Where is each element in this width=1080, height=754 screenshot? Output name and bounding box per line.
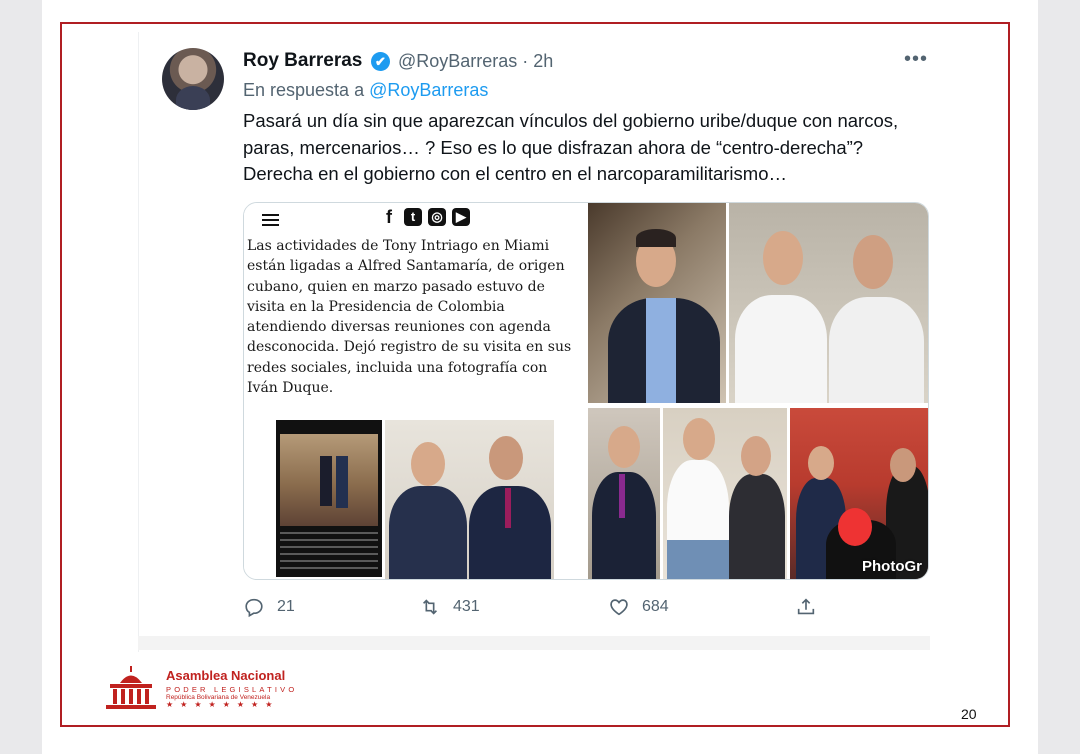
more-options-icon[interactable]: ••• — [904, 48, 928, 71]
photo-2 — [729, 203, 928, 403]
article-screenshot: f t ◎ ▶ Las actividades de Tony Intriago… — [244, 203, 586, 579]
photo-watermark: PhotoGr — [862, 558, 922, 575]
heart-icon — [610, 599, 628, 616]
page-number: 20 — [961, 706, 977, 722]
instagram-icon: ◎ — [428, 208, 446, 226]
reply-button[interactable]: 21 — [243, 596, 295, 618]
youtube-icon: ▶ — [452, 208, 470, 226]
share-icon — [797, 598, 815, 615]
asamblea-logo-icon — [106, 666, 156, 709]
reply-prefix: En respuesta a — [243, 80, 365, 100]
reply-context: En respuesta a @RoyBarreras — [243, 80, 488, 101]
reply-to-link[interactable]: @RoyBarreras — [369, 80, 488, 100]
org-name: Asamblea Nacional — [166, 668, 286, 683]
org-stars: ★★★★★★★★ — [166, 700, 280, 709]
twitter-icon: t — [404, 208, 422, 226]
retweet-count: 431 — [453, 598, 480, 615]
share-button[interactable] — [795, 596, 817, 618]
reply-count: 21 — [277, 598, 295, 615]
social-icons: f t ◎ ▶ — [380, 208, 470, 226]
tweet-actions: 21 431 684 — [243, 596, 843, 620]
tweet-footer-bar — [138, 636, 930, 650]
verified-badge-icon: ✔ — [371, 52, 390, 71]
photo-duque — [385, 420, 554, 579]
photo-4 — [663, 408, 787, 579]
photo-5: PhotoGr — [790, 408, 928, 579]
reply-icon — [245, 598, 263, 618]
photo-3 — [588, 408, 660, 579]
article-text: Las actividades de Tony Intriago en Miam… — [247, 238, 572, 397]
author-handle-time[interactable]: @RoyBarreras · 2h — [398, 51, 553, 72]
like-button[interactable]: 684 — [608, 596, 669, 618]
photo-1 — [588, 203, 726, 403]
author-name[interactable]: Roy Barreras — [243, 50, 362, 72]
instagram-post-photo — [276, 420, 382, 577]
like-count: 684 — [642, 598, 669, 615]
facebook-icon: f — [386, 207, 392, 227]
retweet-button[interactable]: 431 — [419, 596, 480, 618]
menu-icon — [262, 211, 279, 229]
tweet-text: Pasará un día sin que aparezcan vínculos… — [243, 110, 899, 184]
avatar[interactable] — [162, 48, 224, 110]
retweet-icon — [422, 599, 438, 615]
org-subtitle: PODER LEGISLATIVO — [166, 685, 298, 694]
tweet-media[interactable]: f t ◎ ▶ Las actividades de Tony Intriago… — [243, 202, 929, 580]
